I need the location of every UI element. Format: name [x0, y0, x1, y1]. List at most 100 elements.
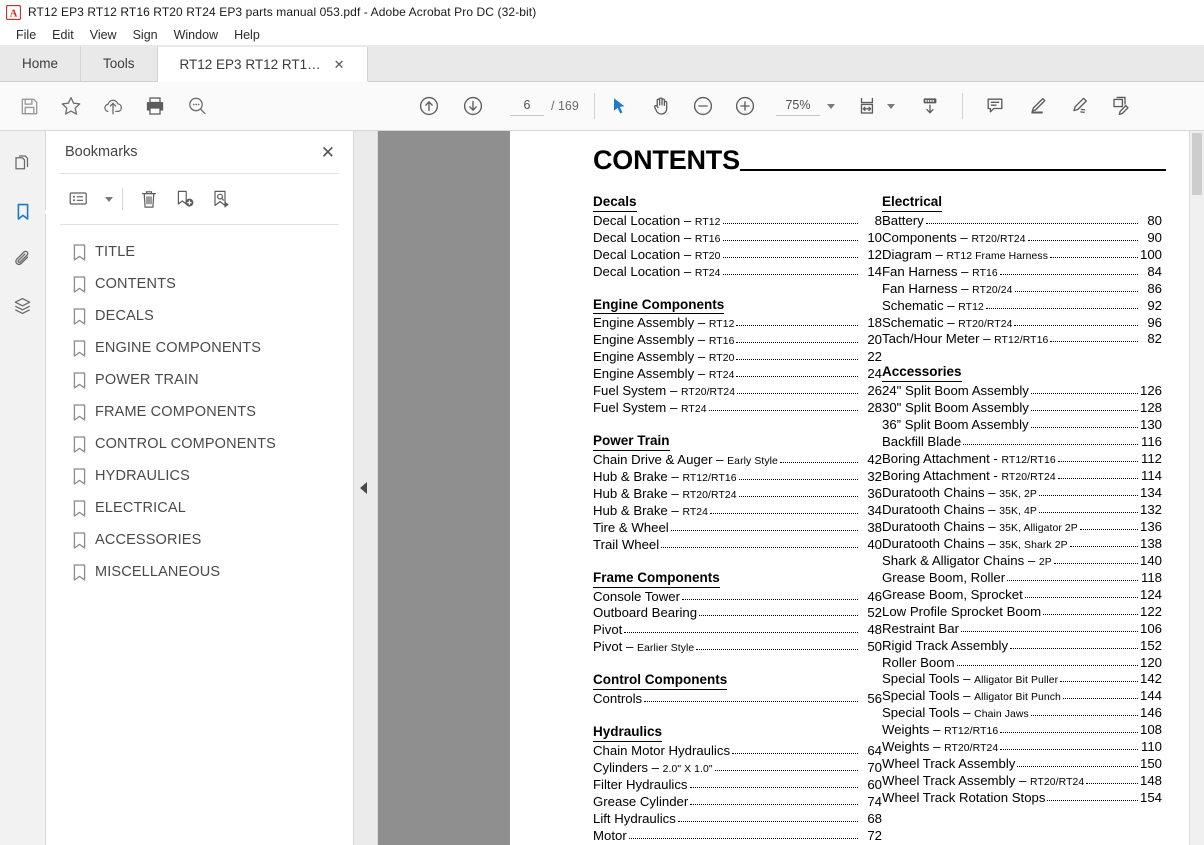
menu-window[interactable]: Window — [166, 27, 226, 43]
page-number-input[interactable] — [510, 96, 544, 116]
contents-entry[interactable]: Engine Assembly – RT20 22 — [593, 349, 882, 366]
menu-sign[interactable]: Sign — [125, 27, 166, 43]
highlight-pen-icon[interactable] — [1018, 87, 1056, 125]
contents-entry[interactable]: Wheel Track Assembly – RT20/RT24 148 — [882, 773, 1162, 790]
upload-cloud-icon[interactable] — [94, 87, 132, 125]
bookmark-item[interactable]: ACCESSORIES — [46, 524, 353, 556]
contents-entry[interactable]: Fuel System – RT24 28 — [593, 400, 882, 417]
contents-entry[interactable]: Components – RT20/RT24 90 — [882, 230, 1162, 247]
contents-entry[interactable]: Cylinders – 2.0" X 1.0" 70 — [593, 760, 882, 777]
contents-entry[interactable]: Outboard Bearing 52 — [593, 605, 882, 622]
sign-icon[interactable] — [1102, 87, 1140, 125]
tab-document[interactable]: RT12 EP3 RT12 RT1… ✕ — [157, 47, 368, 82]
contents-entry[interactable]: Engine Assembly – RT24 24 — [593, 366, 882, 383]
contents-entry[interactable]: Duratooth Chains – 35K, Alligator 2P 136 — [882, 519, 1162, 536]
bookmark-item[interactable]: MISCELLANEOUS — [46, 556, 353, 588]
contents-entry[interactable]: Backfill Blade 116 — [882, 434, 1162, 451]
zoom-in-icon[interactable] — [726, 87, 764, 125]
previous-page-icon[interactable] — [410, 87, 448, 125]
contents-entry[interactable]: 24" Split Boom Assembly 126 — [882, 383, 1162, 400]
contents-entry[interactable]: Wheel Track Rotation Stops 154 — [882, 790, 1162, 807]
contents-entry[interactable]: Console Tower 46 — [593, 589, 882, 606]
contents-entry[interactable]: Decal Location – RT16 10 — [593, 230, 882, 247]
contents-entry[interactable]: Grease Boom, Roller 118 — [882, 570, 1162, 587]
contents-entry[interactable]: Restraint Bar 106 — [882, 621, 1162, 638]
menu-view[interactable]: View — [82, 27, 125, 43]
contents-entry[interactable]: Special Tools – Alligator Bit Puller 142 — [882, 671, 1162, 688]
contents-entry[interactable]: Tach/Hour Meter – RT12/RT16 82 — [882, 331, 1162, 348]
contents-entry[interactable]: Lift Hydraulics 68 — [593, 811, 882, 828]
delete-icon[interactable] — [132, 183, 166, 215]
contents-entry[interactable]: Duratooth Chains – 35K, Shark 2P 138 — [882, 536, 1162, 553]
contents-entry[interactable]: Hub & Brake – RT12/RT16 32 — [593, 469, 882, 486]
menu-help[interactable]: Help — [226, 27, 268, 43]
document-viewport[interactable]: CONTENTS Decals Decal Location – RT12 8 Dec… — [378, 131, 1204, 845]
bookmark-item[interactable]: DECALS — [46, 300, 353, 332]
sidebar-item-bookmarks[interactable] — [7, 198, 39, 226]
contents-entry[interactable]: Fan Harness – RT20/24 86 — [882, 281, 1162, 298]
contents-entry[interactable]: 30" Split Boom Assembly 128 — [882, 400, 1162, 417]
contents-entry[interactable]: Decal Location – RT24 14 — [593, 264, 882, 281]
close-icon[interactable]: ✕ — [334, 58, 345, 71]
zoom-search-icon[interactable] — [178, 87, 216, 125]
contents-entry[interactable]: Special Tools – Alligator Bit Punch 144 — [882, 688, 1162, 705]
contents-entry[interactable]: Chain Motor Hydraulics 64 — [593, 743, 882, 760]
contents-entry[interactable]: Grease Boom, Sprocket 124 — [882, 587, 1162, 604]
contents-entry[interactable]: Controls 56 — [593, 691, 882, 708]
zoom-level-input[interactable] — [776, 96, 820, 116]
contents-entry[interactable]: Battery 80 — [882, 213, 1162, 230]
bookmark-item[interactable]: FRAME COMPONENTS — [46, 396, 353, 428]
fit-page-chevron-icon[interactable] — [887, 103, 895, 109]
star-icon[interactable] — [52, 87, 90, 125]
contents-entry[interactable]: Grease Cylinder 74 — [593, 794, 882, 811]
bookmark-item[interactable]: ELECTRICAL — [46, 492, 353, 524]
panel-collapse-handle[interactable] — [354, 131, 378, 845]
contents-entry[interactable]: Hub & Brake – RT20/RT24 36 — [593, 486, 882, 503]
contents-entry[interactable]: Tire & Wheel 38 — [593, 520, 882, 537]
contents-entry[interactable]: Duratooth Chains – 35K, 2P 134 — [882, 485, 1162, 502]
scrollbar-thumb[interactable] — [1192, 133, 1202, 195]
sidebar-item-page-thumbnails[interactable] — [7, 151, 39, 179]
contents-entry[interactable]: Pivot 48 — [593, 622, 882, 639]
tab-tools[interactable]: Tools — [81, 46, 158, 81]
contents-entry[interactable]: Duratooth Chains – 35K, 4P 132 — [882, 502, 1162, 519]
vertical-scrollbar[interactable] — [1189, 131, 1204, 845]
contents-entry[interactable]: Chain Drive & Auger – Early Style 42 — [593, 452, 882, 469]
contents-entry[interactable]: Schematic – RT12 92 — [882, 298, 1162, 315]
contents-entry[interactable]: Trail Wheel 40 — [593, 537, 882, 554]
sidebar-item-layers[interactable] — [7, 292, 39, 320]
comment-icon[interactable] — [976, 87, 1014, 125]
page-scroll-icon[interactable] — [911, 87, 949, 125]
contents-entry[interactable]: Roller Boom 120 — [882, 655, 1162, 672]
bookmark-item[interactable]: HYDRAULICS — [46, 460, 353, 492]
contents-entry[interactable]: Hub & Brake – RT24 34 — [593, 503, 882, 520]
contents-entry[interactable]: Pivot – Earlier Style 50 — [593, 639, 882, 656]
menu-file[interactable]: File — [8, 27, 44, 43]
close-icon[interactable]: ✕ — [321, 144, 335, 161]
contents-entry[interactable]: Low Profile Sprocket Boom 122 — [882, 604, 1162, 621]
contents-entry[interactable]: Engine Assembly – RT12 18 — [593, 315, 882, 332]
contents-entry[interactable]: Decal Location – RT12 8 — [593, 213, 882, 230]
contents-entry[interactable]: Filter Hydraulics 60 — [593, 777, 882, 794]
contents-entry[interactable]: Motor 72 — [593, 828, 882, 845]
print-icon[interactable] — [136, 87, 174, 125]
chevron-down-icon[interactable] — [827, 103, 835, 109]
contents-entry[interactable]: Shark & Alligator Chains – 2P 140 — [882, 553, 1162, 570]
contents-entry[interactable]: Special Tools – Chain Jaws 146 — [882, 705, 1162, 722]
new-bookmark-icon[interactable] — [168, 183, 202, 215]
bookmark-item[interactable]: TITLE — [46, 236, 353, 268]
contents-entry[interactable]: Fan Harness – RT16 84 — [882, 264, 1162, 281]
sidebar-item-attachments[interactable] — [7, 245, 39, 273]
contents-entry[interactable]: Diagram – RT12 Frame Harness 100 — [882, 247, 1162, 264]
save-icon[interactable] — [10, 87, 48, 125]
contents-entry[interactable]: Schematic – RT20/RT24 96 — [882, 315, 1162, 332]
draw-pen-icon[interactable] — [1060, 87, 1098, 125]
select-cursor-icon[interactable] — [600, 87, 638, 125]
contents-entry[interactable]: Fuel System – RT20/RT24 26 — [593, 383, 882, 400]
contents-entry[interactable]: 36” Split Boom Assembly 130 — [882, 417, 1162, 434]
fit-page-icon[interactable] — [849, 87, 887, 125]
bookmark-item[interactable]: CONTENTS — [46, 268, 353, 300]
bookmark-item[interactable]: CONTROL COMPONENTS — [46, 428, 353, 460]
chevron-down-icon[interactable] — [105, 196, 113, 202]
contents-entry[interactable]: Decal Location – RT20 12 — [593, 247, 882, 264]
